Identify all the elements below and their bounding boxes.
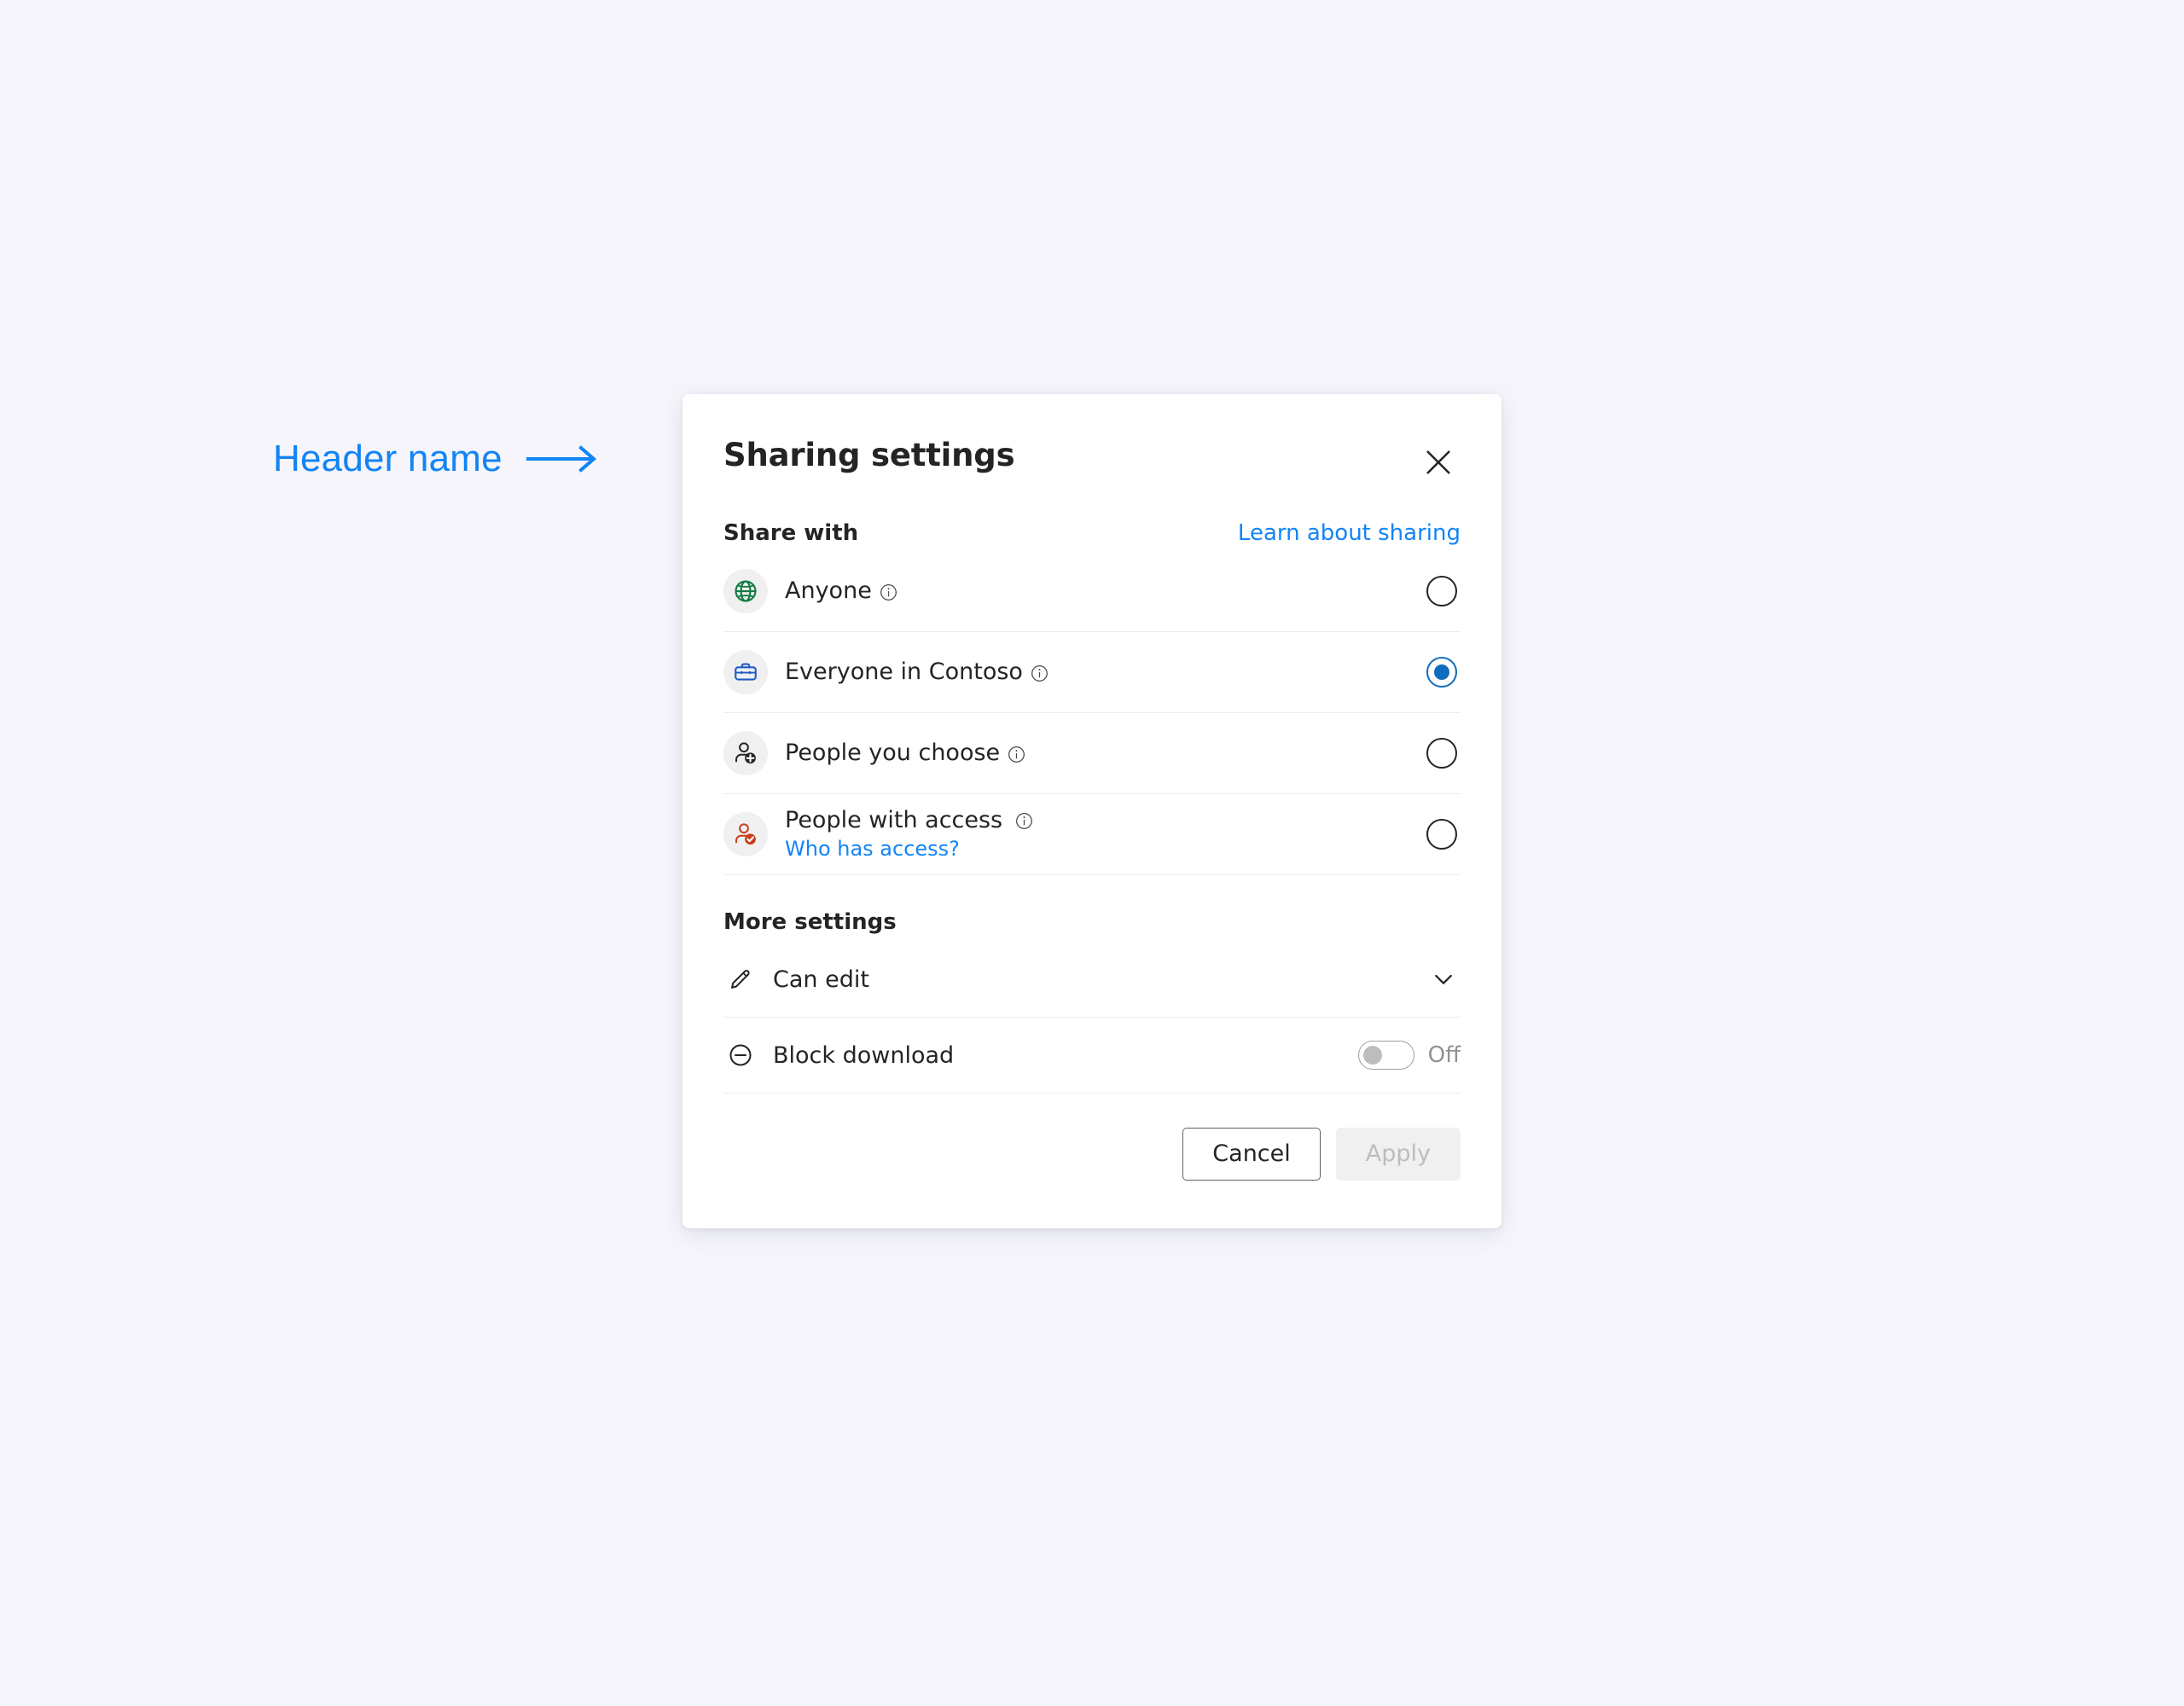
person-add-icon [735,742,756,764]
permission-level-label: Can edit [773,966,869,993]
briefcase-icon-container [723,650,768,694]
annotation-label: Header name [273,438,502,479]
share-option-everyone-in-contoso[interactable]: Everyone in Contoso [723,632,1461,713]
close-icon [1426,450,1450,474]
block-download-toggle-state: Off [1427,1042,1461,1068]
pencil-icon [731,969,750,989]
share-option-anyone-labelrow: Anyone [785,577,1426,606]
block-download-toggle-wrap: Off [1357,1041,1461,1070]
page-title: Sharing settings [723,437,1015,473]
who-has-access-link[interactable]: Who has access? [785,836,1426,862]
share-option-people-you-choose-body: People you choose [785,739,1426,768]
share-options-list: Anyone Everyone in Contoso People you ch… [723,551,1461,875]
toggle-knob [1362,1046,1382,1065]
person-check-icon [735,823,756,845]
globe-icon [735,580,757,602]
annotation-callout: Header name [273,440,601,478]
share-option-people-you-choose-label: People you choose [785,740,1001,767]
arrow-right-icon [526,445,596,473]
share-option-everyone-body: Everyone in Contoso [785,658,1426,687]
share-option-people-with-access-label: People with access [785,806,1003,833]
share-option-anyone-label: Anyone [785,577,872,605]
learn-about-sharing-link[interactable]: Learn about sharing [1238,520,1461,546]
person-check-icon-container [723,812,768,856]
minus-circle-icon-container [723,1042,758,1068]
share-option-people-with-access-labelrow: People with access [785,806,1426,835]
share-option-people-with-access-radio[interactable] [1426,819,1457,850]
dialog-footer: Cancel Apply [723,1094,1461,1228]
briefcase-icon [735,663,757,681]
share-option-anyone-radio[interactable] [1426,576,1457,606]
apply-button[interactable]: Apply [1335,1128,1461,1181]
share-option-everyone-radio[interactable] [1426,657,1457,688]
minus-circle-icon [729,1044,752,1066]
info-icon[interactable] [1008,746,1025,763]
cancel-button[interactable]: Cancel [1182,1128,1321,1181]
block-download-toggle[interactable] [1357,1041,1414,1070]
share-option-people-you-choose[interactable]: People you choose [723,713,1461,794]
sharing-settings-dialog: Sharing settings Share with Learn about … [682,394,1502,1228]
share-option-people-you-choose-radio[interactable] [1426,738,1457,769]
share-option-everyone-label: Everyone in Contoso [785,659,1023,686]
share-with-header: Share with Learn about sharing [723,500,1461,551]
globe-icon-container [723,569,768,613]
block-download-label: Block download [773,1042,955,1069]
pencil-icon-container [723,966,758,992]
dialog-header: Sharing settings [723,394,1461,500]
share-with-title: Share with [723,520,859,546]
share-option-people-with-access[interactable]: People with access Who has access? [723,794,1461,875]
share-option-anyone-body: Anyone [785,577,1426,606]
person-add-icon-container [723,731,768,775]
info-icon[interactable] [1015,812,1033,830]
share-option-people-you-choose-labelrow: People you choose [785,739,1426,768]
block-download-row[interactable]: Block download Off [723,1018,1461,1094]
permission-level-row[interactable]: Can edit [723,942,1461,1018]
chevron-down-icon[interactable] [1430,966,1457,993]
close-button[interactable] [1416,440,1461,485]
share-option-people-with-access-body: People with access Who has access? [785,806,1426,863]
info-icon[interactable] [880,583,897,601]
info-icon[interactable] [1031,664,1048,682]
share-option-everyone-labelrow: Everyone in Contoso [785,658,1426,687]
share-option-anyone[interactable]: Anyone [723,551,1461,632]
more-settings-title: More settings [723,909,897,935]
